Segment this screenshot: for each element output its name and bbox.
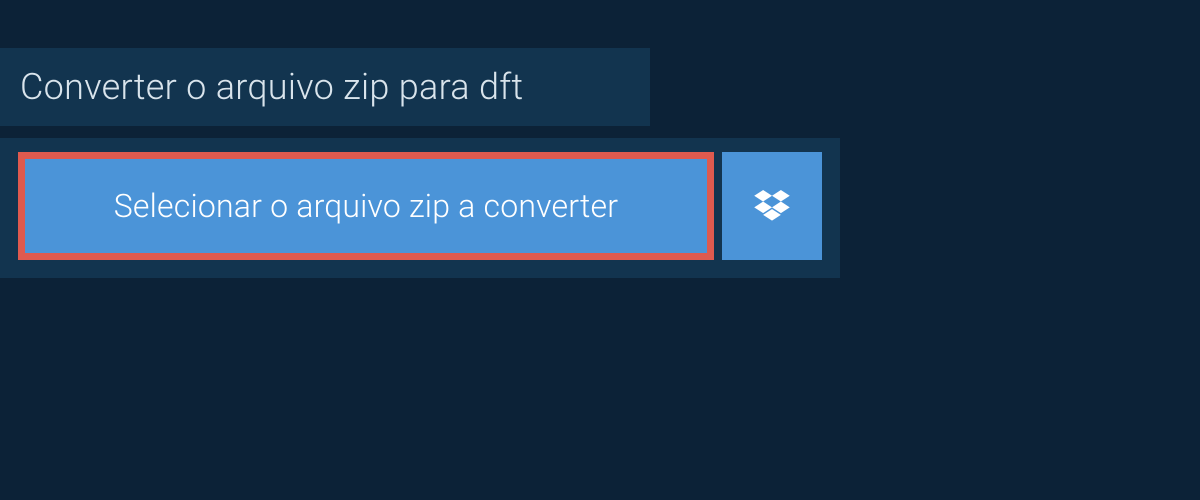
page-title: Converter o arquivo zip para dft	[20, 66, 523, 108]
dropbox-button[interactable]	[722, 152, 822, 260]
button-section: Selecionar o arquivo zip a converter	[0, 138, 840, 278]
converter-panel: Converter o arquivo zip para dft Selecio…	[0, 0, 1200, 278]
select-file-button[interactable]: Selecionar o arquivo zip a converter	[18, 152, 714, 260]
dropbox-icon	[754, 190, 790, 222]
title-bar: Converter o arquivo zip para dft	[0, 48, 650, 126]
